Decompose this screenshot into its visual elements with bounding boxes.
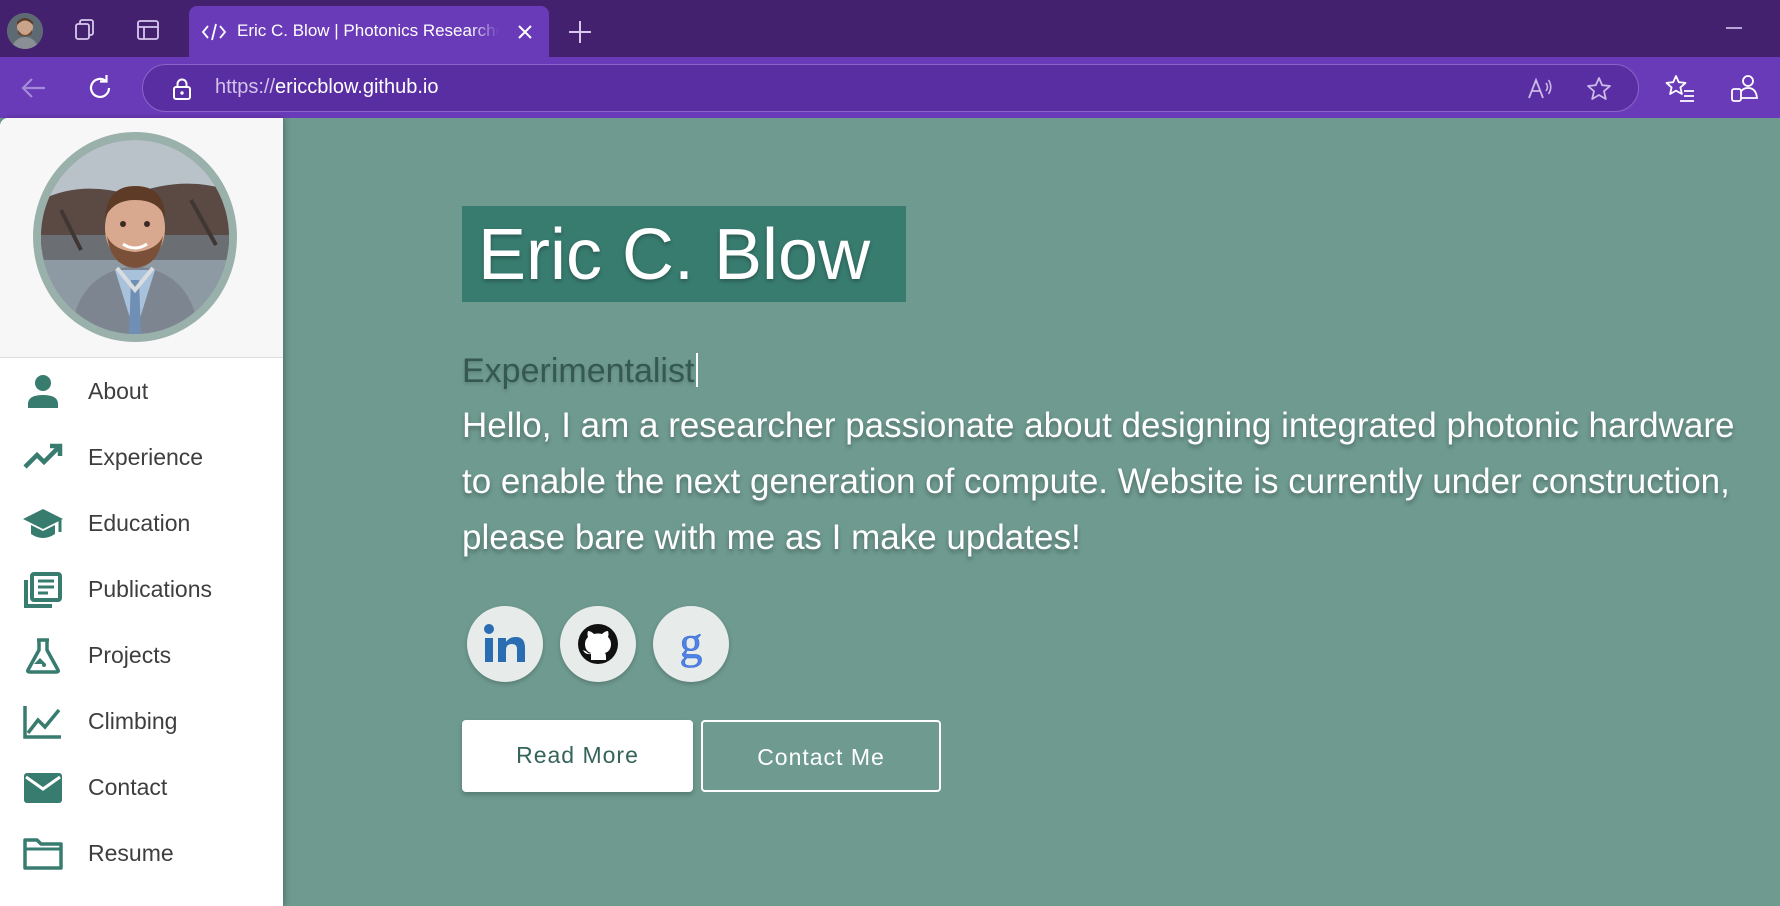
close-icon[interactable] [514, 21, 536, 43]
browser-titlebar: Eric C. Blow | Photonics Researcher [0, 0, 1780, 57]
favorites-icon[interactable] [1663, 71, 1697, 105]
sidebar-item-resume[interactable]: Resume [0, 820, 283, 886]
hero-name-box: Eric C. Blow [462, 206, 906, 302]
workspaces-icon[interactable] [72, 17, 98, 43]
lock-icon[interactable] [171, 77, 193, 101]
sidebar-item-about[interactable]: About [0, 358, 283, 424]
window-minimize-button[interactable] [1726, 27, 1742, 29]
sidebar-item-label: About [88, 378, 149, 404]
google-scholar-link[interactable]: g [653, 606, 729, 682]
profile-photo [33, 132, 237, 342]
hero-role-text: Experimentalist [462, 352, 695, 390]
sidebar-item-label: Climbing [88, 708, 178, 734]
sidebar-item-education[interactable]: Education [0, 490, 283, 556]
browser-tab-active[interactable]: Eric C. Blow | Photonics Researcher [189, 6, 549, 57]
folder-icon [23, 838, 63, 870]
google-scholar-icon: g [679, 620, 703, 668]
sidebar-item-experience[interactable]: Experience [0, 424, 283, 490]
sidebar-item-projects[interactable]: Projects [0, 622, 283, 688]
sidebar-item-label: Contact [88, 774, 168, 800]
contact-me-button[interactable]: Contact Me [701, 720, 941, 792]
line-chart-icon [23, 706, 61, 739]
code-icon [201, 23, 227, 41]
sidebar: About Experience Education Publications … [0, 118, 283, 906]
sidebar-item-label: Experience [88, 444, 204, 470]
svg-text:g: g [680, 620, 703, 668]
new-tab-icon[interactable] [566, 18, 594, 46]
typing-cursor [696, 353, 699, 387]
library-books-icon [24, 572, 62, 608]
linkedin-link[interactable] [467, 606, 543, 682]
graduation-cap-icon [23, 509, 63, 538]
tab-actions-icon[interactable] [135, 17, 161, 43]
read-aloud-icon[interactable] [1526, 75, 1554, 103]
flask-icon [26, 638, 60, 674]
url-protocol: https:// [215, 76, 276, 98]
sidebar-profile [0, 118, 283, 358]
web-page: About Experience Education Publications … [0, 118, 1780, 906]
mail-icon [24, 773, 62, 803]
browser-navbar: https://ericcblow.github.io [0, 57, 1780, 118]
trending-up-icon [23, 443, 63, 469]
profile-share-icon[interactable] [1728, 71, 1762, 105]
address-bar[interactable]: https://ericcblow.github.io [142, 64, 1639, 112]
tab-title: Eric C. Blow | Photonics Researcher [237, 21, 499, 43]
github-link[interactable] [560, 606, 636, 682]
hero-name: Eric C. Blow [478, 215, 871, 295]
sidebar-item-climbing[interactable]: Climbing [0, 688, 283, 754]
favorite-star-icon[interactable] [1585, 75, 1613, 103]
browser-profile-avatar[interactable] [7, 13, 43, 49]
refresh-icon[interactable] [83, 71, 117, 105]
person-icon [28, 375, 58, 408]
sidebar-item-contact[interactable]: Contact [0, 754, 283, 820]
sidebar-item-label: Resume [88, 840, 174, 866]
sidebar-item-publications[interactable]: Publications [0, 556, 283, 622]
back-icon[interactable] [17, 71, 51, 105]
read-more-button[interactable]: Read More [462, 720, 693, 792]
linkedin-icon [484, 624, 525, 662]
github-icon [578, 624, 618, 664]
sidebar-item-label: Projects [88, 642, 172, 668]
address-url: https://ericcblow.github.io [215, 76, 438, 99]
url-host: ericcblow.github.io [275, 76, 439, 98]
hero-intro: Hello, I am a researcher passionate abou… [462, 406, 1735, 557]
sidebar-item-label: Publications [88, 576, 213, 602]
hero-role: Experimentalist [462, 352, 699, 391]
sidebar-item-label: Education [88, 510, 191, 536]
